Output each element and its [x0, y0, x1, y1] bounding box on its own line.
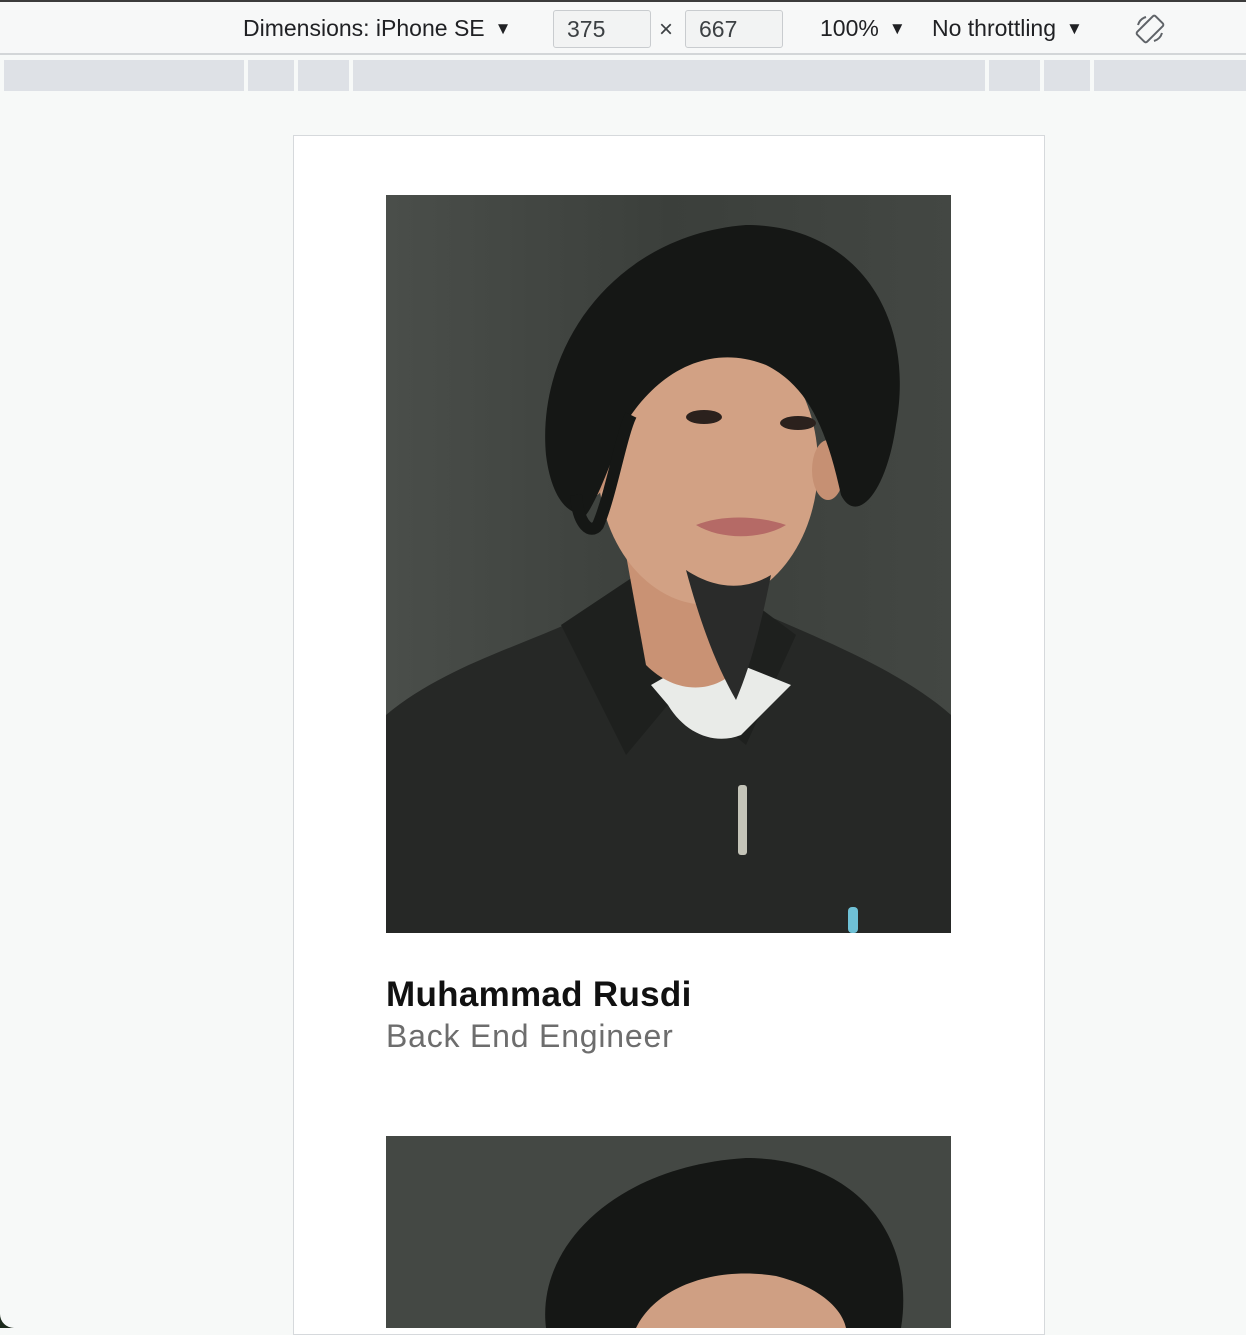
member-name: Muhammad Rusdi — [386, 975, 692, 1014]
media-query-bar[interactable] — [989, 60, 1040, 91]
throttling-label: No throttling — [932, 15, 1057, 41]
member-photo — [386, 1136, 951, 1328]
chevron-down-icon: ▼ — [1066, 19, 1083, 38]
media-query-bar[interactable] — [248, 60, 294, 91]
width-input[interactable]: 375 — [553, 10, 651, 48]
member-role: Back End Engineer — [386, 1018, 674, 1054]
portrait-image — [386, 1136, 951, 1328]
chevron-down-icon: ▼ — [888, 19, 906, 38]
media-query-bar[interactable] — [1094, 60, 1246, 91]
chevron-down-icon: ▼ — [494, 19, 512, 38]
media-query-bar[interactable] — [353, 60, 985, 91]
height-input[interactable]: 667 — [685, 10, 783, 48]
zoom-dropdown[interactable]: 100% ▼ — [820, 15, 906, 42]
media-query-bar[interactable] — [1044, 60, 1090, 91]
window-corner-mask — [0, 1300, 28, 1328]
throttling-dropdown[interactable]: No throttling ▼ — [932, 15, 1083, 42]
media-query-bar[interactable] — [298, 60, 349, 91]
portrait-image — [386, 195, 951, 933]
rotate-icon[interactable] — [1134, 13, 1166, 45]
dimensions-label: Dimensions: iPhone SE — [243, 15, 485, 41]
times-symbol: × — [659, 16, 674, 43]
device-dimensions-dropdown[interactable]: Dimensions: iPhone SE ▼ — [243, 15, 511, 42]
media-query-bar[interactable] — [4, 60, 244, 91]
zoom-label: 100% — [820, 15, 879, 41]
member-photo — [386, 195, 951, 933]
device-toolbar: Dimensions: iPhone SE ▼ 375 × 667 100% ▼ N… — [0, 0, 1246, 55]
